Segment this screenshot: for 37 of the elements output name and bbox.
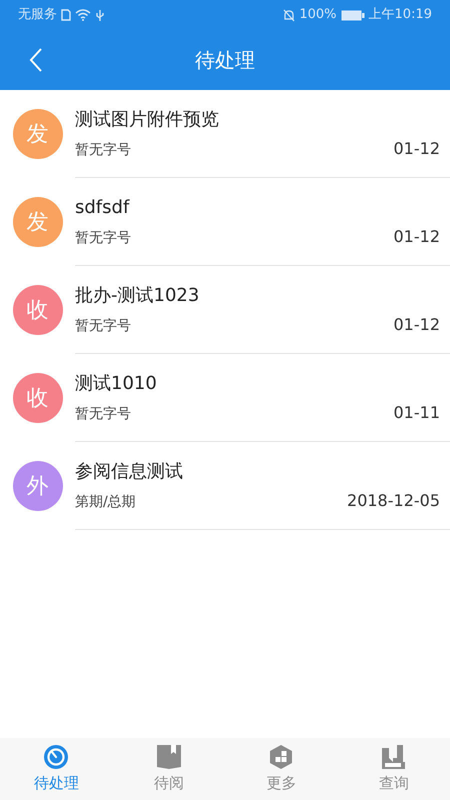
- item-date: 01-12: [394, 314, 440, 336]
- item-subtitle: 第期/总期: [75, 493, 136, 512]
- item-date: 01-11: [394, 402, 440, 424]
- clock-text: 上午10:19: [368, 6, 432, 24]
- category-avatar: 收: [12, 373, 62, 423]
- page-title: 待处理: [195, 47, 255, 74]
- carrier-text: 无服务: [18, 6, 57, 24]
- category-avatar: 发: [12, 197, 62, 247]
- battery-icon: [340, 10, 365, 20]
- list-item[interactable]: 收 批办-测试1023 暂无字号 01-12: [0, 266, 450, 354]
- list-item[interactable]: 发 sdfsdf 暂无字号 01-12: [0, 178, 450, 266]
- item-subtitle: 暂无字号: [75, 317, 131, 336]
- item-title: 参阅信息测试: [75, 460, 184, 484]
- timer-icon: [43, 744, 70, 770]
- item-subtitle: 暂无字号: [75, 141, 131, 160]
- wifi-icon: [75, 9, 91, 21]
- list-item[interactable]: 发 测试图片附件预览 暂无字号 01-12: [0, 90, 450, 178]
- battery-percent: 100%: [299, 6, 337, 24]
- item-subtitle: 暂无字号: [75, 405, 131, 424]
- sim-icon: [61, 9, 71, 21]
- list-item[interactable]: 外 参阅信息测试 第期/总期 2018-12-05: [0, 442, 450, 530]
- list-item[interactable]: 收 测试1010 暂无字号 01-11: [0, 354, 450, 442]
- item-title: 批办-测试1023: [75, 284, 200, 308]
- item-date: 01-12: [394, 138, 440, 160]
- category-avatar: 收: [12, 285, 62, 335]
- item-subtitle: 暂无字号: [75, 229, 131, 248]
- item-date: 2018-12-05: [347, 490, 440, 512]
- category-avatar: 发: [12, 109, 62, 159]
- item-title: 测试图片附件预览: [75, 108, 220, 132]
- blocks-icon: [268, 744, 294, 770]
- item-title: 测试1010: [75, 372, 158, 396]
- item-title: sdfsdf: [75, 196, 131, 220]
- usb-icon: [95, 8, 105, 22]
- item-date: 01-12: [394, 226, 440, 248]
- bell-off-icon: [283, 8, 296, 22]
- category-avatar: 外: [12, 461, 62, 511]
- book-icon: [156, 744, 182, 770]
